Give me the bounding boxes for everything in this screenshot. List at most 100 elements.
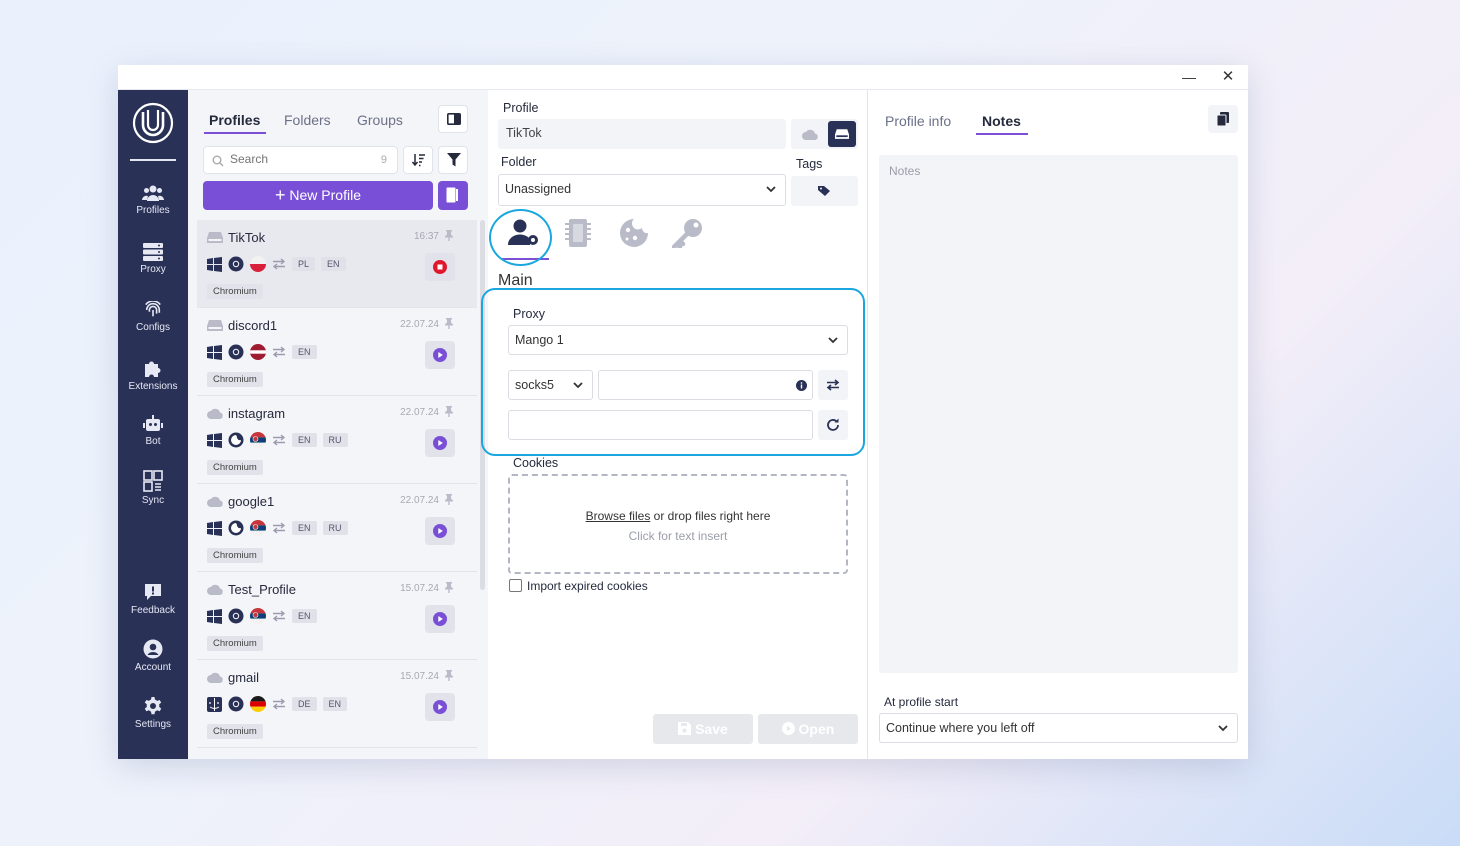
proxy-address-input[interactable] xyxy=(598,370,813,400)
swap-icon xyxy=(272,434,286,446)
import-expired-checkbox[interactable] xyxy=(509,579,522,592)
key-icon[interactable] xyxy=(672,218,704,248)
minimize-button[interactable]: — xyxy=(1178,68,1200,86)
sort-button[interactable] xyxy=(403,146,433,174)
profile-row[interactable]: discord1 22.07.24 EN Chromium xyxy=(197,308,477,396)
start-profile-button[interactable] xyxy=(425,341,455,369)
rail-item-sync[interactable]: Sync xyxy=(118,470,188,506)
profile-editor-panel: Profile TikTok Folder Unassigned Tags Ma… xyxy=(481,90,868,759)
profile-row[interactable]: instagram 22.07.24 EN RU Chromium xyxy=(197,396,477,484)
hardware-chip-icon[interactable] xyxy=(563,218,593,248)
rail-item-feedback[interactable]: Feedback xyxy=(118,582,188,616)
tab-profiles[interactable]: Profiles xyxy=(209,112,260,128)
batch-create-button[interactable] xyxy=(438,181,468,210)
stop-profile-button[interactable] xyxy=(425,253,455,281)
info-icon[interactable] xyxy=(796,380,807,391)
profile-row[interactable]: Test_Profile 15.07.24 EN Chromium xyxy=(197,572,477,660)
swap-icon xyxy=(826,379,840,391)
start-profile-button[interactable] xyxy=(425,605,455,633)
rail-item-settings[interactable]: Settings xyxy=(118,696,188,730)
start-profile-button[interactable] xyxy=(425,693,455,721)
cookie-icon[interactable] xyxy=(618,218,650,248)
highlight-ring xyxy=(489,209,552,266)
browser-badge: Chromium xyxy=(207,372,263,387)
pin-icon[interactable] xyxy=(445,230,453,241)
flag-pl-icon xyxy=(250,256,266,272)
notes-textarea[interactable]: Notes xyxy=(879,155,1238,673)
profile-date: 22.07.24 xyxy=(400,407,439,418)
profile-date: 15.07.24 xyxy=(400,583,439,594)
profile-attributes: EN xyxy=(207,608,317,624)
tab-profile-info[interactable]: Profile info xyxy=(885,113,951,129)
flag-de-icon xyxy=(250,696,266,712)
tags-button[interactable] xyxy=(791,176,858,206)
proxy-change-ip-input[interactable] xyxy=(508,410,813,440)
robot-icon xyxy=(143,415,163,431)
app-logo-icon xyxy=(132,102,174,144)
notes-placeholder: Notes xyxy=(889,164,921,178)
proxy-select[interactable]: Mango 1 xyxy=(508,325,848,355)
cookies-dropzone[interactable]: Browse files or drop files right here Cl… xyxy=(508,474,848,574)
tags-label: Tags xyxy=(796,157,823,171)
refresh-ip-button[interactable] xyxy=(818,410,848,440)
save-icon xyxy=(678,722,692,735)
close-button[interactable]: ✕ xyxy=(1217,68,1239,86)
start-profile-button[interactable] xyxy=(425,517,455,545)
new-profile-label: New Profile xyxy=(289,187,361,203)
profile-date: 22.07.24 xyxy=(400,495,439,506)
tab-notes[interactable]: Notes xyxy=(982,113,1021,129)
language-badge: RU xyxy=(322,433,348,447)
filter-button[interactable] xyxy=(438,146,468,174)
toggle-panel-button[interactable] xyxy=(438,105,468,133)
open-button[interactable]: Open xyxy=(758,714,858,744)
browser-badge: Chromium xyxy=(207,460,263,475)
save-button[interactable]: Save xyxy=(653,714,753,744)
rail-label: Profiles xyxy=(136,205,170,216)
chrome-icon xyxy=(228,696,244,712)
cloud-icon xyxy=(207,496,223,507)
flag-rs-icon xyxy=(250,432,266,448)
tab-folders[interactable]: Folders xyxy=(284,112,331,128)
rail-item-bot[interactable]: Bot xyxy=(118,415,188,447)
browse-files-link[interactable]: Browse files xyxy=(586,509,651,523)
pin-icon[interactable] xyxy=(445,406,453,417)
chevron-down-icon xyxy=(828,337,838,344)
proxy-label: Proxy xyxy=(513,307,545,321)
profile-row[interactable]: google1 22.07.24 EN RU Chromium xyxy=(197,484,477,572)
folder-value: Unassigned xyxy=(505,182,572,196)
rail-item-configs[interactable]: Configs xyxy=(118,301,188,333)
browser-badge: Chromium xyxy=(207,284,263,299)
pin-icon[interactable] xyxy=(445,494,453,505)
pin-icon[interactable] xyxy=(445,318,453,329)
profile-row[interactable]: TikTok 16:37 PL EN Chromium xyxy=(197,220,477,308)
language-badge: EN xyxy=(321,257,346,271)
play-icon xyxy=(433,348,447,362)
local-storage-button[interactable] xyxy=(828,121,856,147)
tab-groups[interactable]: Groups xyxy=(357,112,403,128)
pin-icon[interactable] xyxy=(445,670,453,681)
rail-item-extensions[interactable]: Extensions xyxy=(118,358,188,392)
profile-attributes: DE EN xyxy=(207,696,348,712)
swap-proxy-button[interactable] xyxy=(818,370,848,400)
folder-select[interactable]: Unassigned xyxy=(498,174,786,206)
start-profile-button[interactable] xyxy=(425,429,455,457)
click-insert-text[interactable]: Click for text insert xyxy=(510,529,846,543)
cloud-storage-icon[interactable] xyxy=(802,129,818,140)
search-field[interactable]: 9 xyxy=(203,146,398,174)
new-profile-button[interactable]: + New Profile xyxy=(203,181,433,210)
profile-name-field[interactable]: TikTok xyxy=(498,119,786,149)
rail-divider xyxy=(130,159,176,161)
info-panel: Profile info Notes Notes At profile star… xyxy=(869,90,1248,759)
rail-item-profiles[interactable]: Profiles xyxy=(118,184,188,216)
puzzle-icon xyxy=(145,361,161,377)
flag-rs-icon xyxy=(250,608,266,624)
copy-notes-button[interactable] xyxy=(1208,105,1238,133)
search-input[interactable] xyxy=(230,152,370,166)
profile-row[interactable]: gmail 15.07.24 DE EN Chromium xyxy=(197,660,477,748)
proxy-type-select[interactable]: socks5 xyxy=(508,370,593,400)
flag-rs-icon xyxy=(250,520,266,536)
pin-icon[interactable] xyxy=(445,582,453,593)
rail-item-account[interactable]: Account xyxy=(118,639,188,673)
rail-item-proxy[interactable]: Proxy xyxy=(118,243,188,275)
at-profile-start-select[interactable]: Continue where you left off xyxy=(879,713,1238,743)
